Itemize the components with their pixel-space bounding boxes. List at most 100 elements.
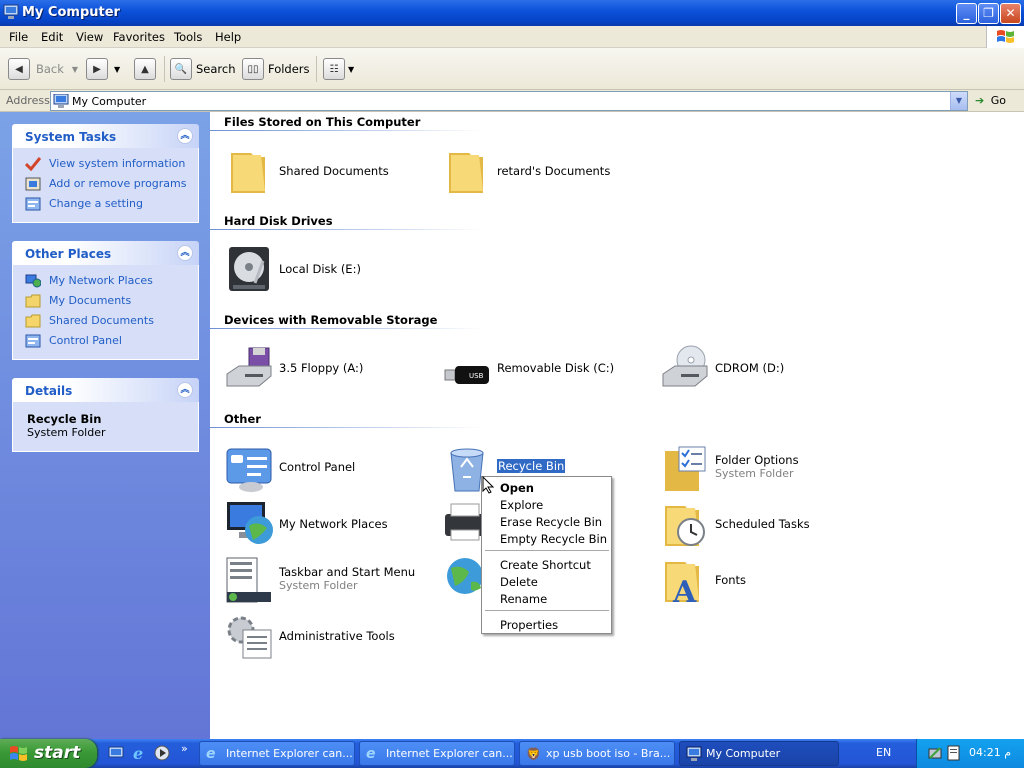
- back-arrow-icon: ◀: [8, 58, 30, 80]
- menu-properties[interactable]: Properties: [500, 618, 558, 632]
- address-dropdown-button[interactable]: ▼: [950, 92, 967, 110]
- group-divider: [210, 130, 485, 131]
- close-button[interactable]: ✕: [1000, 3, 1021, 24]
- menu-rename[interactable]: Rename: [500, 592, 547, 606]
- system-tasks-body: View system information Add or remove pr…: [12, 148, 199, 223]
- details-header[interactable]: Details ︽: [12, 378, 199, 402]
- menu-create-shortcut[interactable]: Create Shortcut: [500, 558, 591, 572]
- control-panel-icon: [226, 448, 272, 492]
- menu-delete[interactable]: Delete: [500, 575, 538, 589]
- address-input[interactable]: My Computer ▼: [50, 91, 968, 111]
- go-button[interactable]: ➔ Go: [975, 94, 1006, 107]
- quick-launch-overflow-icon[interactable]: »: [181, 742, 188, 755]
- item-folder-options[interactable]: Folder Options System Folder: [661, 445, 871, 495]
- views-icon: ☷: [323, 58, 345, 80]
- menu-view[interactable]: View: [76, 30, 103, 44]
- svg-text:USB: USB: [469, 372, 484, 380]
- item-shared-documents[interactable]: Shared Documents: [225, 147, 435, 197]
- item-control-panel[interactable]: Control Panel: [225, 445, 435, 495]
- browser-icon: 🦁: [526, 747, 541, 761]
- item-administrative-tools[interactable]: Administrative Tools: [225, 612, 435, 662]
- toolbar: ◀ Back ▼ ▶ ▼ ▲ 🔍 Search ▯▯ Folders ☷ ▼: [0, 48, 1024, 90]
- address-label: Address: [6, 94, 50, 107]
- menu-explore[interactable]: Explore: [500, 498, 543, 512]
- address-bar: Address My Computer ▼ ➔ Go: [0, 90, 1024, 112]
- menu-bar: File Edit View Favorites Tools Help: [0, 26, 1024, 48]
- windows-flag-icon: [10, 746, 27, 761]
- menu-separator: [485, 610, 609, 611]
- minimize-button[interactable]: _: [956, 3, 977, 24]
- task-add-remove-programs[interactable]: Add or remove programs: [13, 174, 198, 194]
- document-icon[interactable]: [947, 745, 961, 761]
- details-body: Recycle Bin System Folder: [12, 402, 199, 452]
- system-tasks-header[interactable]: System Tasks ︽: [12, 124, 199, 148]
- back-button[interactable]: ◀ Back ▼: [8, 56, 78, 82]
- clock[interactable]: 04:21 م: [969, 746, 1011, 759]
- folder-icon: [231, 153, 265, 193]
- menu-erase-recycle-bin[interactable]: Erase Recycle Bin: [500, 515, 602, 529]
- taskbar-button-browser[interactable]: 🦁 xp usb boot iso - Bra...: [519, 741, 675, 766]
- window-title: My Computer: [22, 5, 120, 20]
- media-player-icon[interactable]: [154, 745, 170, 761]
- address-value: My Computer: [72, 95, 147, 108]
- taskbar-button-ie-2[interactable]: e Internet Explorer can...: [359, 741, 515, 766]
- other-places-header[interactable]: Other Places ︽: [12, 241, 199, 265]
- item-taskbar-start-menu[interactable]: Taskbar and Start Menu System Folder: [225, 556, 435, 606]
- context-menu: Open Explore Erase Recycle Bin Empty Rec…: [481, 476, 612, 634]
- item-fonts[interactable]: A Fonts: [661, 556, 871, 606]
- up-folder-button[interactable]: ▲: [134, 56, 156, 82]
- item-scheduled-tasks[interactable]: Scheduled Tasks: [661, 500, 871, 550]
- place-my-network-places[interactable]: My Network Places: [13, 271, 198, 291]
- group-hard-disks-header: Hard Disk Drives: [224, 214, 333, 228]
- item-my-network-places[interactable]: My Network Places: [225, 500, 435, 550]
- mouse-cursor-icon: [482, 476, 494, 494]
- menu-help[interactable]: Help: [215, 30, 241, 44]
- forward-button[interactable]: ▶ ▼: [86, 56, 120, 82]
- toolbar-separator: [164, 56, 165, 82]
- start-button[interactable]: start: [0, 739, 97, 768]
- group-divider: [210, 328, 485, 329]
- menu-empty-recycle-bin[interactable]: Empty Recycle Bin: [500, 532, 607, 546]
- item-floppy-a[interactable]: 3.5 Floppy (A:): [225, 344, 435, 394]
- folders-button[interactable]: ▯▯ Folders: [242, 56, 310, 82]
- taskbar-button-my-computer[interactable]: My Computer: [679, 741, 839, 766]
- views-button[interactable]: ☷ ▼: [323, 56, 354, 82]
- views-dropdown-icon: ▼: [348, 64, 355, 74]
- folder-options-icon: [665, 446, 706, 491]
- menu-separator: [485, 550, 609, 551]
- title-bar[interactable]: My Computer _ ❐ ✕: [0, 0, 1024, 26]
- item-cdrom-d[interactable]: CDROM (D:): [661, 344, 871, 394]
- collapse-icon[interactable]: ︽: [177, 382, 193, 398]
- place-my-documents[interactable]: My Documents: [13, 291, 198, 311]
- search-icon: 🔍: [170, 58, 192, 80]
- menu-open[interactable]: Open: [500, 481, 534, 495]
- task-change-setting[interactable]: Change a setting: [13, 194, 198, 214]
- scheduled-tasks-icon: [665, 506, 705, 546]
- menu-file[interactable]: File: [9, 30, 28, 44]
- task-view-system-info[interactable]: View system information: [13, 154, 198, 174]
- collapse-icon[interactable]: ︽: [177, 245, 193, 261]
- safely-remove-hardware-icon[interactable]: [927, 745, 943, 761]
- internet-explorer-icon: e: [366, 746, 376, 762]
- go-arrow-icon: ➔: [975, 94, 985, 107]
- item-removable-disk-c[interactable]: USB Removable Disk (C:): [443, 344, 653, 394]
- language-indicator[interactable]: EN: [876, 746, 891, 759]
- item-user-documents[interactable]: retard's Documents: [443, 147, 653, 197]
- restore-button[interactable]: ❐: [978, 3, 999, 24]
- internet-explorer-icon[interactable]: e: [132, 745, 148, 761]
- back-dropdown-icon[interactable]: ▼: [72, 65, 78, 74]
- details-name: Recycle Bin: [27, 412, 102, 426]
- menu-edit[interactable]: Edit: [41, 30, 63, 44]
- search-button[interactable]: 🔍 Search: [170, 56, 236, 82]
- collapse-icon[interactable]: ︽: [177, 128, 193, 144]
- place-shared-documents[interactable]: Shared Documents: [13, 311, 198, 331]
- menu-tools[interactable]: Tools: [174, 30, 202, 44]
- forward-dropdown-icon[interactable]: ▼: [114, 65, 120, 74]
- show-desktop-icon[interactable]: [108, 745, 124, 761]
- menu-favorites[interactable]: Favorites: [113, 30, 165, 44]
- usb-drive-icon: USB: [444, 366, 489, 384]
- taskbar-button-ie-1[interactable]: e Internet Explorer can...: [199, 741, 355, 766]
- group-files-stored-header: Files Stored on This Computer: [224, 115, 421, 129]
- place-control-panel[interactable]: Control Panel: [13, 331, 198, 351]
- item-local-disk-e[interactable]: Local Disk (E:): [225, 245, 435, 295]
